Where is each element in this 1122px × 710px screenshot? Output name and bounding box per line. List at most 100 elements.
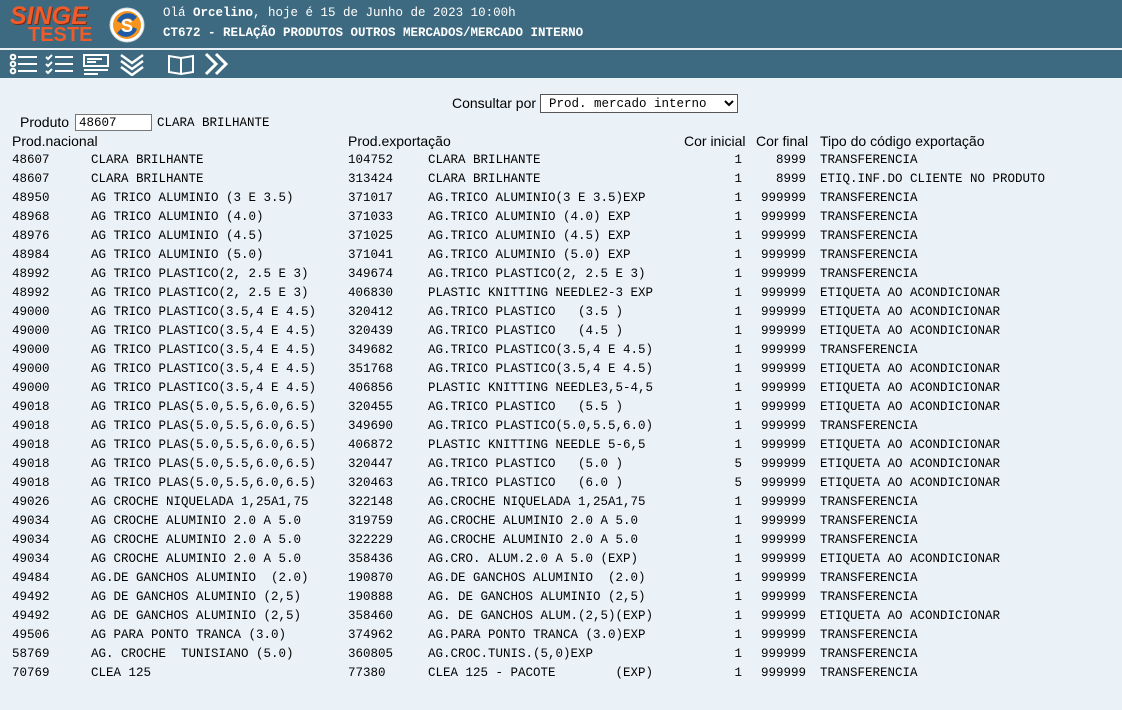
- cell-desc-nacional: AG CROCHE NIQUELADA 1,25A1,75: [91, 495, 309, 509]
- cell-cor-final: 999999: [760, 248, 806, 262]
- table-row[interactable]: 58769 AG. CROCHE TUNISIANO (5.0) 360805 AG.…: [0, 645, 1122, 664]
- cell-cor-inicial: 5: [734, 476, 742, 490]
- cell-desc-nacional: AG TRICO PLASTICO(3.5,4 E 4.5): [91, 381, 317, 395]
- table-row[interactable]: 70769 CLEA 125 77380 CLEA 125 - PACOTE (EXP…: [0, 664, 1122, 683]
- table-row[interactable]: 49492 AG DE GANCHOS ALUMINIO (2,5) 358460 A…: [0, 607, 1122, 626]
- cell-prod-nacional: 49484: [12, 571, 50, 585]
- table-row[interactable]: 49026 AG CROCHE NIQUELADA 1,25A1,75 322148…: [0, 493, 1122, 512]
- table-row[interactable]: 49018 AG TRICO PLAS(5.0,5.5,6.0,6.5) 34969…: [0, 417, 1122, 436]
- cell-cor-final: 999999: [760, 552, 806, 566]
- table-row[interactable]: 49034 AG CROCHE ALUMINIO 2.0 A 5.0 319759 A…: [0, 512, 1122, 531]
- cell-prod-nacional: 49506: [12, 628, 50, 642]
- table-row[interactable]: 48976 AG TRICO ALUMINIO (4.5) 371025 AG.TRI…: [0, 227, 1122, 246]
- cell-desc-nacional: AG TRICO ALUMINIO (5.0): [91, 248, 264, 262]
- checklist-icon[interactable]: [44, 52, 74, 76]
- cell-prod-exportacao: 358436: [348, 552, 394, 566]
- cell-desc-exportacao: AG.CROCHE ALUMINIO 2.0 A 5.0: [428, 514, 639, 528]
- cell-prod-exportacao: 406872: [348, 438, 394, 452]
- cell-tipo-codigo: TRANSFERENCIA: [820, 248, 918, 262]
- cell-prod-nacional: 48950: [12, 191, 50, 205]
- table-row[interactable]: 49506 AG PARA PONTO TRANCA (3.0) 374962 AG.…: [0, 626, 1122, 645]
- produto-input[interactable]: [75, 114, 152, 131]
- table-row[interactable]: 48992 AG TRICO PLASTICO(2, 2.5 E 3) 349674…: [0, 265, 1122, 284]
- cell-prod-exportacao: 320455: [348, 400, 394, 414]
- cell-desc-exportacao: CLARA BRILHANTE: [428, 172, 541, 186]
- cell-cor-inicial: 1: [734, 609, 742, 623]
- cell-prod-nacional: 49000: [12, 324, 50, 338]
- cell-cor-inicial: 1: [734, 495, 742, 509]
- table-row[interactable]: 49034 AG CROCHE ALUMINIO 2.0 A 5.0 322229 A…: [0, 531, 1122, 550]
- cell-desc-exportacao: AG.CRO. ALUM.2.0 A 5.0 (EXP): [428, 552, 639, 566]
- cell-desc-exportacao: AG.CROCHE NIQUELADA 1,25A1,75: [428, 495, 646, 509]
- cell-cor-final: 8999: [775, 153, 806, 167]
- table-row[interactable]: 49018 AG TRICO PLAS(5.0,5.5,6.0,6.5) 32045…: [0, 398, 1122, 417]
- cell-desc-nacional: AG TRICO PLASTICO(3.5,4 E 4.5): [91, 343, 317, 357]
- cell-cor-inicial: 1: [734, 267, 742, 281]
- cell-prod-nacional: 49492: [12, 609, 50, 623]
- top-header: SINGE TESTE S Olá Orcelino, hoje é 15 de…: [0, 0, 1122, 48]
- table-row[interactable]: 49484 AG.DE GANCHOS ALUMINIO (2.0) 190870 A…: [0, 569, 1122, 588]
- cell-prod-nacional: 70769: [12, 666, 50, 680]
- book-icon[interactable]: [167, 52, 197, 76]
- table-row[interactable]: 48607 CLARA BRILHANTE 313424 CLARA BRILHANT…: [0, 170, 1122, 189]
- cell-prod-exportacao: 371041: [348, 248, 394, 262]
- cell-desc-nacional: AG TRICO PLASTICO(2, 2.5 E 3): [91, 267, 309, 281]
- cell-cor-inicial: 1: [734, 248, 742, 262]
- cell-prod-exportacao: 190870: [348, 571, 394, 585]
- cell-desc-nacional: AG TRICO PLAS(5.0,5.5,6.0,6.5): [91, 438, 317, 452]
- cell-cor-final: 999999: [760, 457, 806, 471]
- cell-prod-nacional: 49492: [12, 590, 50, 604]
- cell-prod-exportacao: 320463: [348, 476, 394, 490]
- table-row[interactable]: 48992 AG TRICO PLASTICO(2, 2.5 E 3) 406830…: [0, 284, 1122, 303]
- greeting: Olá Orcelino, hoje é 15 de Junho de 2023…: [163, 6, 516, 20]
- cell-cor-final: 999999: [760, 419, 806, 433]
- logo-teste: TESTE: [28, 24, 93, 46]
- table-row[interactable]: 49018 AG TRICO PLAS(5.0,5.5,6.0,6.5) 32046…: [0, 474, 1122, 493]
- cell-cor-inicial: 1: [734, 628, 742, 642]
- cell-desc-exportacao: AG.TRICO PLASTICO(5.0,5.5,6.0): [428, 419, 654, 433]
- list-icon[interactable]: [8, 52, 38, 76]
- consultar-select[interactable]: Prod. mercado interno: [540, 94, 738, 113]
- cell-desc-exportacao: AG.TRICO PLASTICO (4.5 ): [428, 324, 624, 338]
- cell-desc-nacional: AG.DE GANCHOS ALUMINIO (2.0): [91, 571, 309, 585]
- cell-cor-inicial: 1: [734, 400, 742, 414]
- table-row[interactable]: 49000 AG TRICO PLASTICO(3.5,4 E 4.5) 32041…: [0, 303, 1122, 322]
- double-chevron-right-icon[interactable]: [203, 52, 233, 76]
- cell-desc-nacional: CLEA 125: [91, 666, 152, 680]
- cell-prod-nacional: 48607: [12, 172, 50, 186]
- table-row[interactable]: 48607 CLARA BRILHANTE 104752 CLARA BRILHANT…: [0, 151, 1122, 170]
- table-row[interactable]: 49018 AG TRICO PLAS(5.0,5.5,6.0,6.5) 32044…: [0, 455, 1122, 474]
- produto-label: Produto: [20, 114, 70, 130]
- table-row[interactable]: 48984 AG TRICO ALUMINIO (5.0) 371041 AG.TRI…: [0, 246, 1122, 265]
- cell-prod-exportacao: 360805: [348, 647, 394, 661]
- cell-tipo-codigo: ETIQUETA AO ACONDICIONAR: [820, 609, 1001, 623]
- table-row[interactable]: 49000 AG TRICO PLASTICO(3.5,4 E 4.5) 32043…: [0, 322, 1122, 341]
- table-row[interactable]: 49018 AG TRICO PLAS(5.0,5.5,6.0,6.5) 40687…: [0, 436, 1122, 455]
- cell-desc-exportacao: AG.TRICO PLASTICO (6.0 ): [428, 476, 624, 490]
- table-row[interactable]: 49000 AG TRICO PLASTICO(3.5,4 E 4.5) 35176…: [0, 360, 1122, 379]
- cell-desc-nacional: AG TRICO PLASTICO(3.5,4 E 4.5): [91, 305, 317, 319]
- cell-cor-final: 999999: [760, 210, 806, 224]
- cell-desc-exportacao: CLEA 125 - PACOTE (EXP): [428, 666, 654, 680]
- cell-prod-nacional: 49000: [12, 343, 50, 357]
- cell-cor-inicial: 5: [734, 457, 742, 471]
- cell-prod-nacional: 48984: [12, 248, 50, 262]
- table-row[interactable]: 49034 AG CROCHE ALUMINIO 2.0 A 5.0 358436 A…: [0, 550, 1122, 569]
- table-row[interactable]: 48950 AG TRICO ALUMINIO (3 E 3.5) 371017 AG…: [0, 189, 1122, 208]
- cell-tipo-codigo: TRANSFERENCIA: [820, 590, 918, 604]
- cell-prod-exportacao: 406830: [348, 286, 394, 300]
- cell-cor-inicial: 1: [734, 210, 742, 224]
- table-row[interactable]: 48968 AG TRICO ALUMINIO (4.0) 371033 AG.TRI…: [0, 208, 1122, 227]
- cell-desc-exportacao: AG.TRICO PLASTICO (5.0 ): [428, 457, 624, 471]
- cell-cor-inicial: 1: [734, 362, 742, 376]
- cell-cor-inicial: 1: [734, 647, 742, 661]
- cell-prod-exportacao: 358460: [348, 609, 394, 623]
- table-row[interactable]: 49000 AG TRICO PLASTICO(3.5,4 E 4.5) 34968…: [0, 341, 1122, 360]
- table-row[interactable]: 49000 AG TRICO PLASTICO(3.5,4 E 4.5) 40685…: [0, 379, 1122, 398]
- cell-prod-nacional: 48992: [12, 286, 50, 300]
- form-icon[interactable]: [82, 52, 112, 76]
- table-row[interactable]: 49492 AG DE GANCHOS ALUMINIO (2,5) 190888 A…: [0, 588, 1122, 607]
- double-chevron-down-icon[interactable]: [118, 52, 148, 77]
- cell-cor-final: 999999: [760, 191, 806, 205]
- cell-desc-exportacao: AG. DE GANCHOS ALUMINIO (2,5): [428, 590, 646, 604]
